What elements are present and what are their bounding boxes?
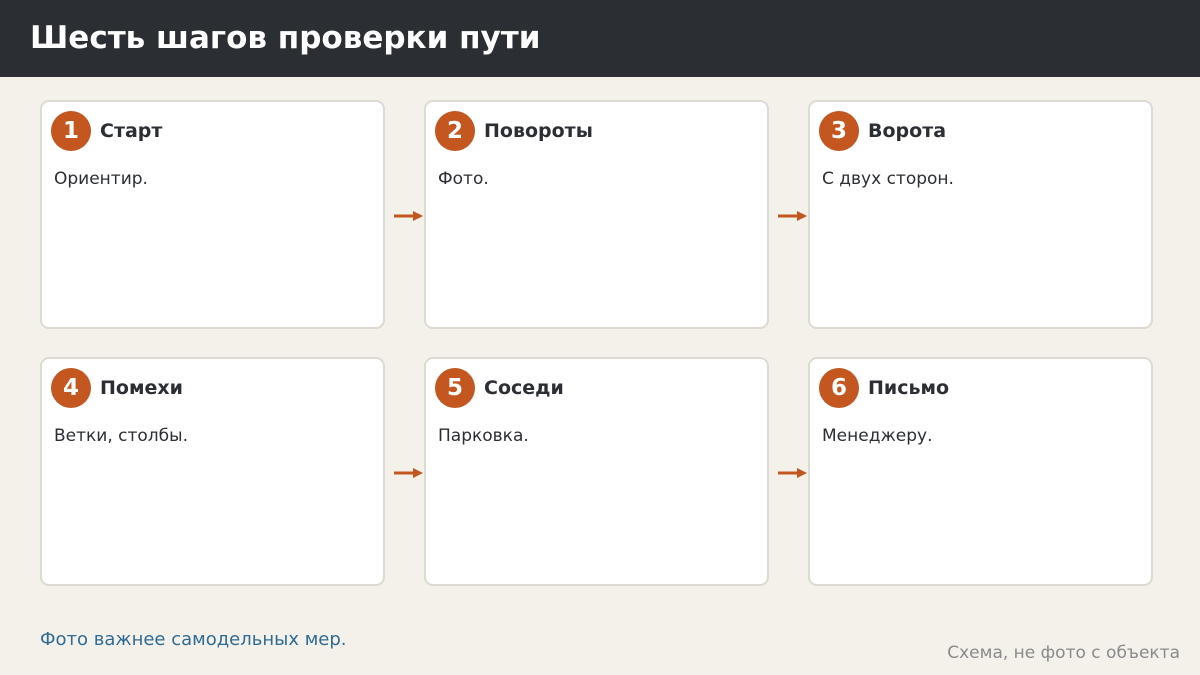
header-bar: Шесть шагов проверки пути [0, 0, 1200, 77]
step-card-5: 5 Соседи Парковка. [424, 357, 769, 586]
step-title: Старт [100, 120, 163, 142]
step-description: С двух сторон. [822, 169, 954, 189]
step-number-badge: 6 [819, 368, 859, 408]
page-title: Шесть шагов проверки пути [30, 20, 541, 56]
step-description: Парковка. [438, 426, 529, 446]
step-card-4: 4 Помехи Ветки, столбы. [40, 357, 385, 586]
step-number-badge: 1 [51, 111, 91, 151]
caption: Схема, не фото с объекта [947, 643, 1180, 663]
step-description: Фото. [438, 169, 489, 189]
arrow-right-icon [778, 468, 807, 478]
step-card-1: 1 Старт Ориентир. [40, 100, 385, 329]
step-title: Письмо [868, 377, 950, 399]
step-title: Ворота [868, 120, 947, 142]
step-number-badge: 2 [435, 111, 475, 151]
step-description: Менеджеру. [822, 426, 933, 446]
step-card-3: 3 Ворота С двух сторон. [808, 100, 1153, 329]
arrow-right-icon [394, 211, 423, 221]
arrow-right-icon [778, 211, 807, 221]
step-number-badge: 5 [435, 368, 475, 408]
step-number-badge: 3 [819, 111, 859, 151]
step-title: Соседи [484, 377, 564, 399]
step-title: Повороты [484, 120, 593, 142]
arrow-right-icon [394, 468, 423, 478]
step-title: Помехи [100, 377, 183, 399]
step-number-badge: 4 [51, 368, 91, 408]
step-description: Ориентир. [54, 169, 148, 189]
step-card-2: 2 Повороты Фото. [424, 100, 769, 329]
footer-note: Фото важнее самодельных мер. [40, 629, 347, 650]
step-description: Ветки, столбы. [54, 426, 188, 446]
step-card-6: 6 Письмо Менеджеру. [808, 357, 1153, 586]
